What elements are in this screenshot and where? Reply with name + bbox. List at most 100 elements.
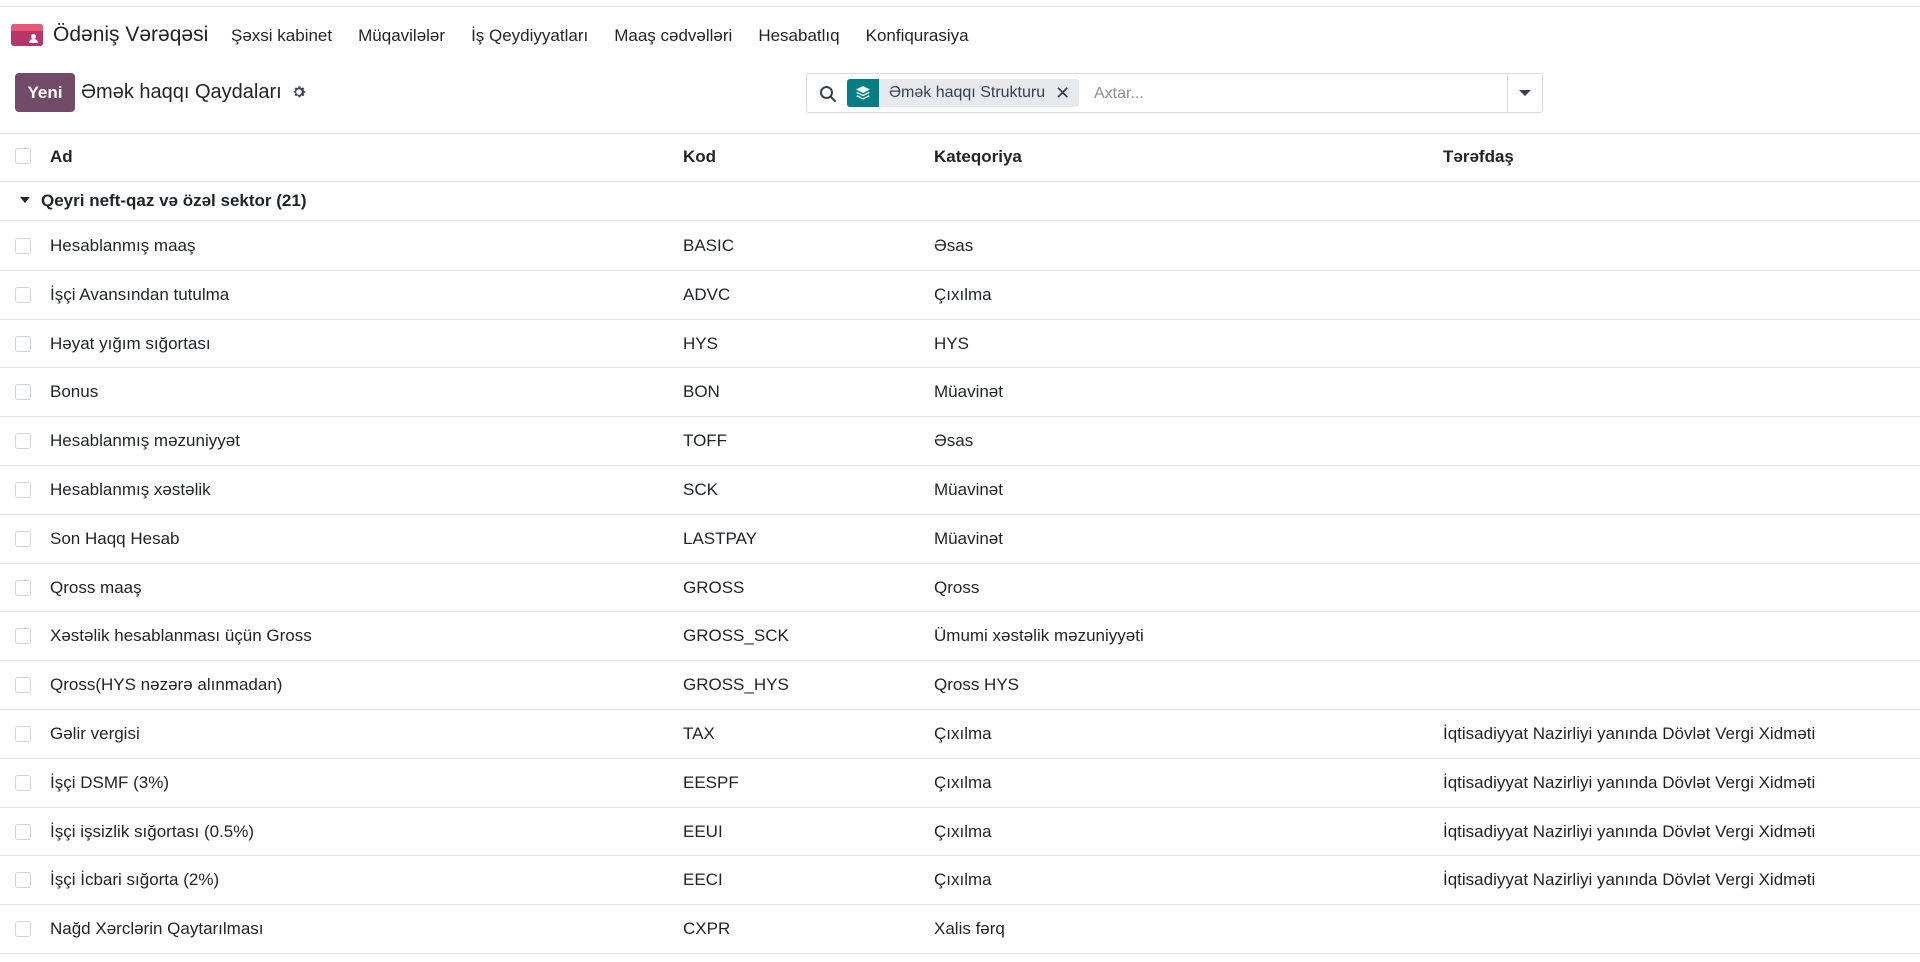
cell-name: İşçi Avansından tutulma	[50, 285, 230, 304]
cell-name: Qross(HYS nəzərə alınmadan)	[50, 675, 283, 694]
row-checkbox[interactable]	[15, 824, 31, 840]
table-row[interactable]: İşçi işsizlik sığortası (0.5%) EEUI Çıxılm…	[0, 808, 1920, 857]
row-checkbox[interactable]	[15, 336, 31, 352]
cell-partner: İqtisadiyyat Nazirliyi yanında Dövlət Ve…	[1443, 822, 1816, 841]
row-checkbox[interactable]	[15, 775, 31, 791]
app-name[interactable]: Ödəniş Vərəqəsi	[53, 23, 208, 47]
row-checkbox[interactable]	[15, 482, 31, 498]
cell-category: Müavinət	[934, 480, 1003, 499]
gear-icon[interactable]	[291, 84, 307, 100]
cell-category: Çıxılma	[934, 724, 992, 743]
column-header-code[interactable]: Kod	[683, 147, 716, 167]
cell-category: HYS	[934, 334, 969, 353]
table-row[interactable]: Hesablanmış məzuniyyət TOFF Əsas	[0, 417, 1920, 466]
cell-name: Son Haqq Hesab	[50, 529, 180, 548]
caret-down-icon	[1519, 90, 1531, 96]
search-icon[interactable]	[819, 85, 837, 103]
table-row[interactable]: Gəlir vergisi TAX Çıxılma İqtisadiyyat Nazi…	[0, 710, 1920, 759]
row-checkbox[interactable]	[15, 433, 31, 449]
cell-code: GROSS_HYS	[683, 675, 789, 694]
cell-name: Qross maaş	[50, 578, 142, 597]
menu-item-reporting[interactable]: Hesabatlıq	[758, 26, 839, 46]
payroll-app-icon[interactable]	[11, 24, 43, 46]
cell-category: Əsas	[934, 236, 974, 255]
cell-name: Hesablanmış maaş	[50, 236, 196, 255]
row-checkbox[interactable]	[15, 872, 31, 888]
cell-category: Çıxılma	[934, 822, 992, 841]
cell-code: EEUI	[683, 822, 723, 841]
facet-label: Əmək haqqı Strukturu	[889, 84, 1046, 101]
cell-code: BASIC	[683, 236, 735, 255]
table-row[interactable]: Xəstəlik hesablanması üçün Gross GROSS_SC…	[0, 612, 1920, 661]
cell-code: GROSS	[683, 578, 745, 597]
table-header: Ad Kod Kateqoriya Tərəfdaş	[0, 133, 1920, 181]
search-input[interactable]	[1094, 83, 1514, 105]
table-row[interactable]: Nağd Xərclərin Qaytarılması CXPR Xalis fər…	[0, 905, 1920, 954]
table-row[interactable]: Son Haqq Hesab LASTPAY Müavinət	[0, 515, 1920, 564]
group-row[interactable]: Qeyri neft-qaz və özəl sektor (21)	[0, 182, 1920, 220]
menu-item-payslip-batches[interactable]: Maaş cədvəlləri	[614, 26, 732, 46]
table-row[interactable]: Hesablanmış xəstəlik SCK Müavinət	[0, 466, 1920, 515]
cell-category: Müavinət	[934, 529, 1003, 548]
main-menu: Şəxsi kabinet Müqavilələr İş Qeydiyyatla…	[231, 26, 995, 46]
row-checkbox[interactable]	[15, 238, 31, 254]
cell-name: İşçi DSMF (3%)	[50, 773, 169, 792]
cell-category: Müavinət	[934, 382, 1003, 401]
divider	[0, 953, 1920, 954]
cell-name: Nağd Xərclərin Qaytarılması	[50, 919, 264, 938]
select-all-checkbox[interactable]	[15, 148, 31, 164]
table-row[interactable]: İşçi Avansından tutulma ADVC Çıxılma	[0, 271, 1920, 320]
layers-icon	[847, 79, 879, 107]
menu-item-personal-cabinet[interactable]: Şəxsi kabinet	[231, 26, 332, 46]
cell-code: TOFF	[683, 431, 728, 450]
row-checkbox[interactable]	[15, 384, 31, 400]
cell-code: HYS	[683, 334, 718, 353]
cell-code: GROSS_SCK	[683, 626, 789, 645]
cell-name: Gəlir vergisi	[50, 724, 140, 743]
menu-item-contracts[interactable]: Müqavilələr	[358, 26, 445, 46]
row-checkbox[interactable]	[15, 726, 31, 742]
table-row[interactable]: Qross maaş GROSS Qross	[0, 564, 1920, 613]
divider	[0, 220, 1920, 221]
cell-code: TAX	[683, 724, 715, 743]
top-divider	[0, 6, 1920, 7]
cell-code: EECI	[683, 870, 723, 889]
cell-code: BON	[683, 382, 720, 401]
row-checkbox[interactable]	[15, 580, 31, 596]
search-facet: Əmək haqqı Strukturu ✕	[847, 79, 1080, 107]
table-row[interactable]: Qross(HYS nəzərə alınmadan) GROSS_HYS Qros…	[0, 661, 1920, 710]
table-row[interactable]: Hesablanmış maaş BASIC Əsas	[0, 222, 1920, 271]
page-title: Əmək haqqı Qaydaları	[81, 81, 282, 103]
row-checkbox[interactable]	[15, 628, 31, 644]
row-checkbox[interactable]	[15, 677, 31, 693]
cell-partner: İqtisadiyyat Nazirliyi yanında Dövlət Ve…	[1443, 724, 1816, 743]
column-header-partner[interactable]: Tərəfdaş	[1443, 147, 1514, 167]
row-checkbox[interactable]	[15, 921, 31, 937]
cell-category: Ümumi xəstəlik məzuniyyəti	[934, 626, 1144, 645]
column-header-name[interactable]: Ad	[50, 147, 73, 167]
cell-name: Hesablanmış xəstəlik	[50, 480, 211, 499]
cell-category: Xalis fərq	[934, 919, 1005, 938]
table-row[interactable]: İşçi DSMF (3%) EESPF Çıxılma İqtisadiyyat N…	[0, 759, 1920, 808]
cell-code: EESPF	[683, 773, 739, 792]
row-checkbox[interactable]	[15, 287, 31, 303]
cell-name: İşçi işsizlik sığortası (0.5%)	[50, 822, 255, 841]
search-options-toggle[interactable]	[1507, 74, 1542, 112]
table-row[interactable]: Həyat yığım sığortası HYS HYS	[0, 320, 1920, 369]
new-button[interactable]: Yeni	[15, 73, 75, 112]
menu-item-configuration[interactable]: Konfiqurasiya	[866, 26, 969, 46]
table-row[interactable]: İşçi İcbari sığorta (2%) EECI Çıxılma İqtis…	[0, 856, 1920, 905]
table-row[interactable]: Bonus BON Müavinət	[0, 368, 1920, 417]
column-header-category[interactable]: Kateqoriya	[934, 147, 1022, 167]
cell-category: Qross	[934, 578, 980, 597]
cell-name: Bonus	[50, 382, 99, 401]
row-checkbox[interactable]	[15, 531, 31, 547]
menu-item-work-entries[interactable]: İş Qeydiyyatları	[471, 26, 588, 46]
cell-code: LASTPAY	[683, 529, 758, 548]
cell-code: ADVC	[683, 285, 731, 304]
cell-code: SCK	[683, 480, 718, 499]
close-icon[interactable]: ✕	[1055, 79, 1079, 107]
cell-code: CXPR	[683, 919, 731, 938]
cell-category: Əsas	[934, 431, 974, 450]
cell-category: Çıxılma	[934, 285, 992, 304]
